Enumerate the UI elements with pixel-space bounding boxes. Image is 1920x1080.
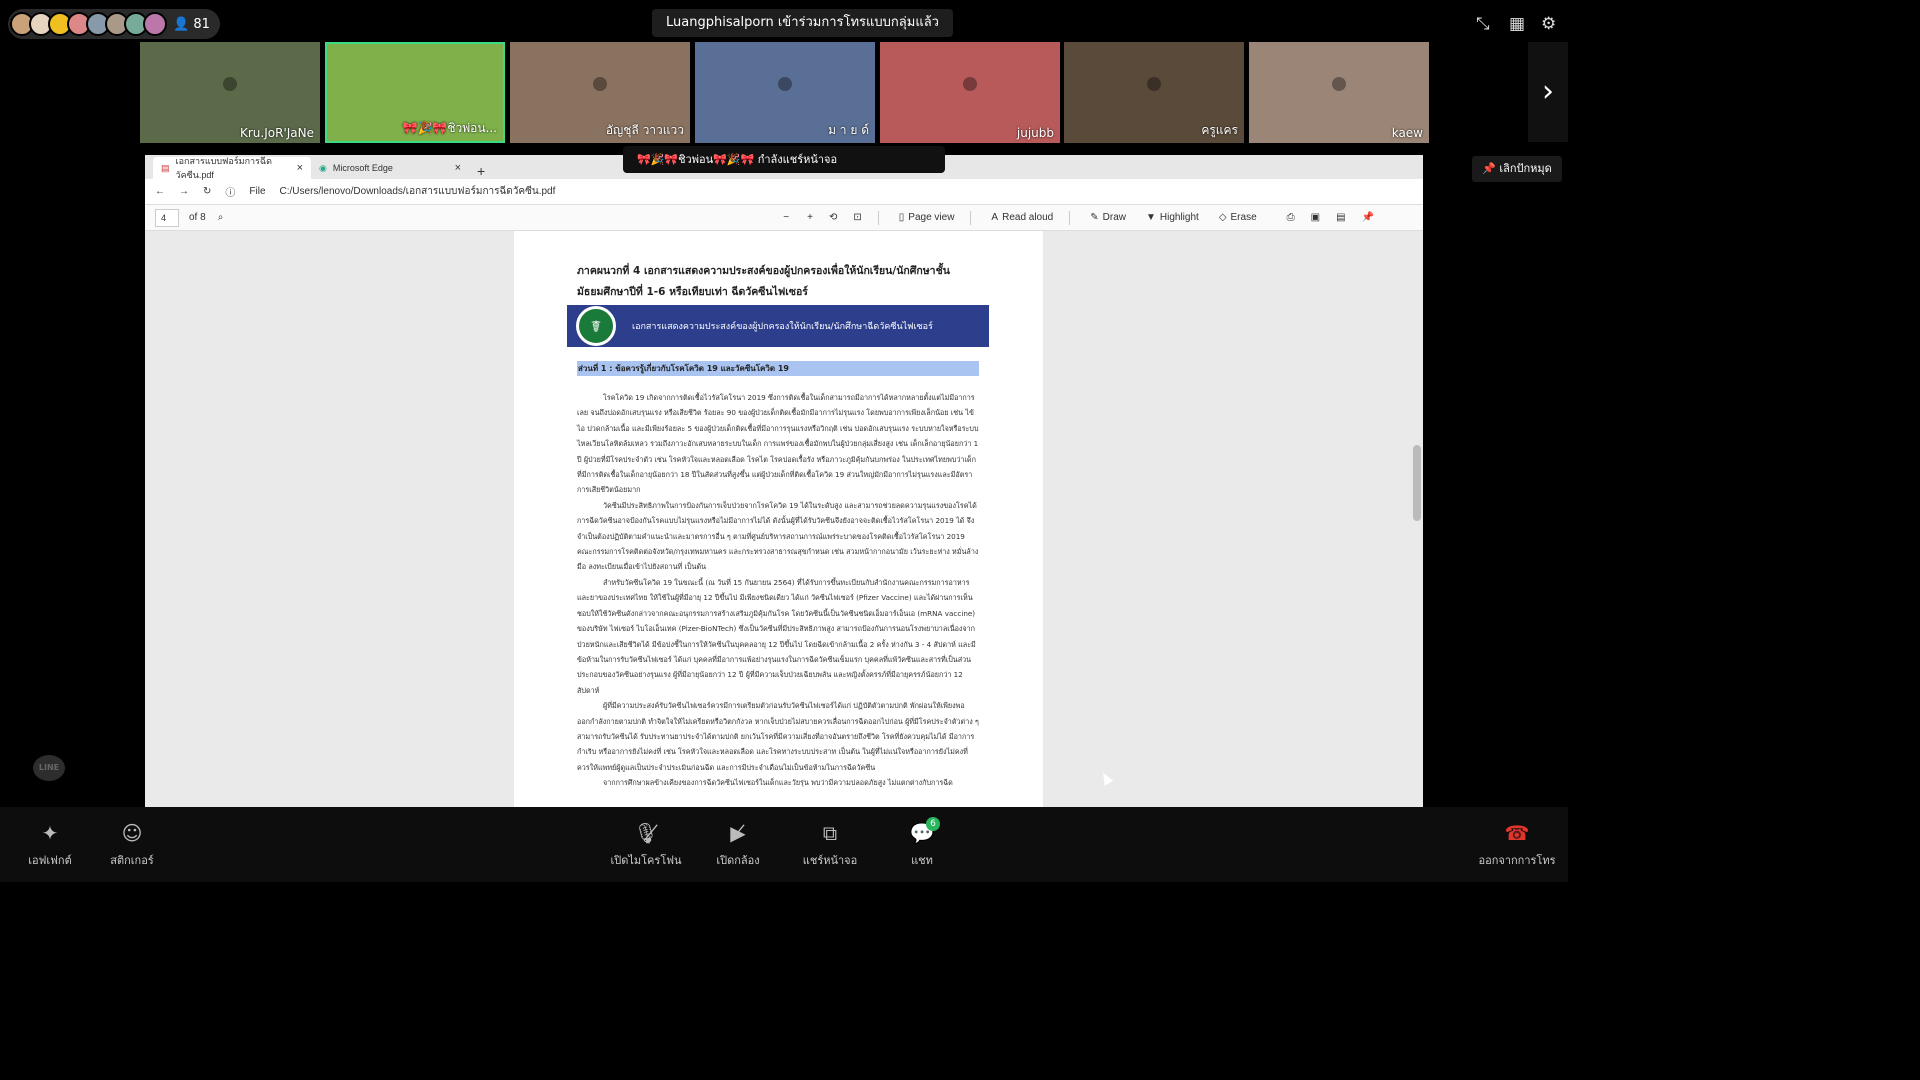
eraser-icon: ◇ bbox=[1218, 212, 1227, 223]
info-icon: ⓘ bbox=[225, 188, 236, 199]
doc-body: โรคโควิด 19 เกิดจากการติดเชื้อไวรัสโคโรน… bbox=[577, 393, 979, 788]
chat-button[interactable]: 💬 6 แชท bbox=[882, 817, 962, 869]
participant-count: 👤 81 bbox=[173, 16, 210, 32]
page-view-icon: ▯ bbox=[898, 212, 905, 223]
rotate-icon[interactable]: ⟲ bbox=[829, 212, 837, 223]
read-aloud-button[interactable]: A Read aloud bbox=[991, 212, 1053, 223]
camera-off-icon bbox=[223, 77, 237, 92]
share-screen-button[interactable]: ⧉ แชร์หน้าจอ bbox=[790, 821, 870, 869]
divider bbox=[877, 210, 879, 225]
file-label: File bbox=[249, 186, 266, 197]
presenter-chip: 🎀🎉🎀ชิวพ่อน🎀🎉🎀 กำลังแชร์หน้าจอ bbox=[623, 146, 945, 173]
shared-screen: ▤ เอกสารแบบฟอร์มการฉีดวัคซีน.pdf × ◉ Micros… bbox=[145, 155, 1423, 807]
pdf-icon: ▤ bbox=[161, 162, 170, 173]
grid-icon[interactable]: ▦ bbox=[1509, 14, 1525, 34]
forward-icon[interactable]: → bbox=[179, 186, 189, 197]
erase-button[interactable]: ◇ Erase bbox=[1219, 212, 1257, 223]
highlighter-icon: ▼ bbox=[1145, 212, 1156, 223]
next-page-chevron-icon[interactable]: › bbox=[1528, 42, 1568, 142]
stickers-button[interactable]: ☺ สติกเกอร์ bbox=[92, 821, 172, 869]
mic-off-icon: 🎙︎̸ bbox=[633, 821, 659, 845]
participant-avatars[interactable]: 👤 81 bbox=[8, 9, 220, 39]
mic-button[interactable]: 🎙︎̸ เปิดไมโครโฟน bbox=[606, 821, 686, 869]
close-icon[interactable]: × bbox=[455, 162, 461, 174]
video-tile[interactable]: ม า ย ด์ bbox=[695, 42, 875, 143]
avatar bbox=[143, 12, 167, 36]
minimize-icon[interactable]: ⤡ bbox=[1476, 14, 1490, 34]
draw-button[interactable]: ✎ Draw bbox=[1090, 212, 1126, 223]
effects-button[interactable]: ✦ เอฟเฟกต์ bbox=[10, 821, 90, 869]
camera-off-icon bbox=[593, 77, 607, 92]
edge-icon: ◉ bbox=[319, 162, 327, 173]
pdf-page: ภาคผนวกที่ 4 เอกสารแสดงความประสงค์ของผู้… bbox=[514, 231, 1043, 807]
camera-off-icon: ▶̸ bbox=[730, 821, 746, 845]
leave-call-button[interactable]: ☎ ออกจากการโทร bbox=[1470, 821, 1564, 869]
unpin-button[interactable]: 📌 เลิกปักหมุด bbox=[1472, 156, 1562, 182]
line-logo: LINE bbox=[33, 755, 65, 781]
video-tile[interactable]: Kru.JoR'JaNe bbox=[140, 42, 320, 143]
share-screen-icon: ⧉ bbox=[822, 821, 838, 845]
tab-edge[interactable]: ◉ Microsoft Edge × bbox=[311, 157, 469, 179]
refresh-icon[interactable]: ↻ bbox=[203, 186, 211, 197]
camera-button[interactable]: ▶̸ เปิดกล้อง bbox=[698, 821, 778, 869]
video-tile[interactable]: อัญชุลี วาวแวว bbox=[510, 42, 690, 143]
pdf-toolbar: 4 of 8 ⌕ − + ⟲ ⊡ ▯ Page view A Read aloud … bbox=[145, 205, 1423, 231]
page-number-input[interactable]: 4 bbox=[155, 208, 179, 227]
fit-icon[interactable]: ⊡ bbox=[853, 212, 861, 223]
page-count: of 8 bbox=[189, 212, 206, 223]
url-input[interactable]: C:/Users/lenovo/Downloads/เอกสารแบบฟอร์ม… bbox=[280, 184, 556, 199]
video-tile[interactable]: ครูแคร bbox=[1064, 42, 1244, 143]
pin-icon[interactable]: 📌 bbox=[1362, 212, 1374, 223]
address-bar: ← → ↻ ⓘ File C:/Users/lenovo/Downloads/เ… bbox=[145, 179, 1423, 205]
chat-icon: 💬 bbox=[909, 821, 935, 845]
settings-gear-icon[interactable]: ⚙ bbox=[1541, 14, 1556, 34]
video-tile[interactable]: kaew bbox=[1249, 42, 1429, 143]
call-controls: ✦ เอฟเฟกต์ ☺ สติกเกอร์ 🎙︎̸ เปิดไมโครโฟน ▶̸ เ… bbox=[0, 807, 1568, 882]
back-icon[interactable]: ← bbox=[155, 186, 165, 197]
zoom-in-icon[interactable]: + bbox=[807, 212, 813, 223]
tab-pdf[interactable]: ▤ เอกสารแบบฟอร์มการฉีดวัคซีน.pdf × bbox=[153, 156, 311, 180]
video-tile-active-speaker[interactable]: 🎀🎉🎀ชิวพ่อน... bbox=[325, 42, 505, 143]
highlight-button[interactable]: ▼ Highlight bbox=[1146, 212, 1199, 223]
zoom-out-icon[interactable]: − bbox=[783, 212, 789, 223]
divider bbox=[1069, 210, 1071, 225]
camera-off-icon bbox=[1147, 77, 1161, 92]
camera-off-icon bbox=[1332, 77, 1346, 92]
save-icon[interactable]: ▣ bbox=[1311, 212, 1320, 223]
pen-icon: ✎ bbox=[1090, 212, 1099, 223]
doc-title: ภาคผนวกที่ 4 เอกสารแสดงความประสงค์ของผู้… bbox=[577, 265, 950, 298]
sparkle-icon: ✦ bbox=[41, 821, 59, 845]
join-notification: Luangphisalporn เข้าร่วมการโทรแบบกลุ่มแล… bbox=[652, 9, 953, 37]
save-as-icon[interactable]: ▤ bbox=[1336, 212, 1345, 223]
pin-icon: 📌 bbox=[1482, 162, 1500, 175]
camera-off-icon bbox=[778, 77, 792, 92]
video-tile[interactable]: jujubb bbox=[880, 42, 1060, 143]
new-tab-plus-icon[interactable]: + bbox=[469, 163, 493, 179]
doc-banner: ☤ เอกสารแสดงความประสงค์ของผู้ปกครองให้นั… bbox=[567, 305, 989, 347]
pdf-viewer[interactable]: ภาคผนวกที่ 4 เอกสารแสดงความประสงค์ของผู้… bbox=[145, 231, 1423, 807]
close-icon[interactable]: × bbox=[297, 162, 303, 174]
chat-unread-badge: 6 bbox=[926, 817, 940, 831]
divider bbox=[970, 210, 972, 225]
search-icon[interactable]: ⌕ bbox=[218, 212, 224, 223]
camera-off-icon bbox=[963, 77, 977, 92]
ministry-seal-logo: ☤ bbox=[576, 306, 616, 346]
read-aloud-icon: A bbox=[991, 212, 999, 223]
scrollbar[interactable] bbox=[1413, 445, 1421, 521]
print-icon[interactable]: ⎙ bbox=[1287, 212, 1295, 223]
hang-up-icon: ☎ bbox=[1504, 821, 1530, 845]
section-heading: ส่วนที่ 1 : ข้อควรรู้เกี่ยวกับโรคโควิด 1… bbox=[577, 361, 979, 376]
page-view-button[interactable]: ▯ Page view bbox=[899, 212, 955, 223]
smiley-icon: ☺ bbox=[121, 821, 143, 845]
